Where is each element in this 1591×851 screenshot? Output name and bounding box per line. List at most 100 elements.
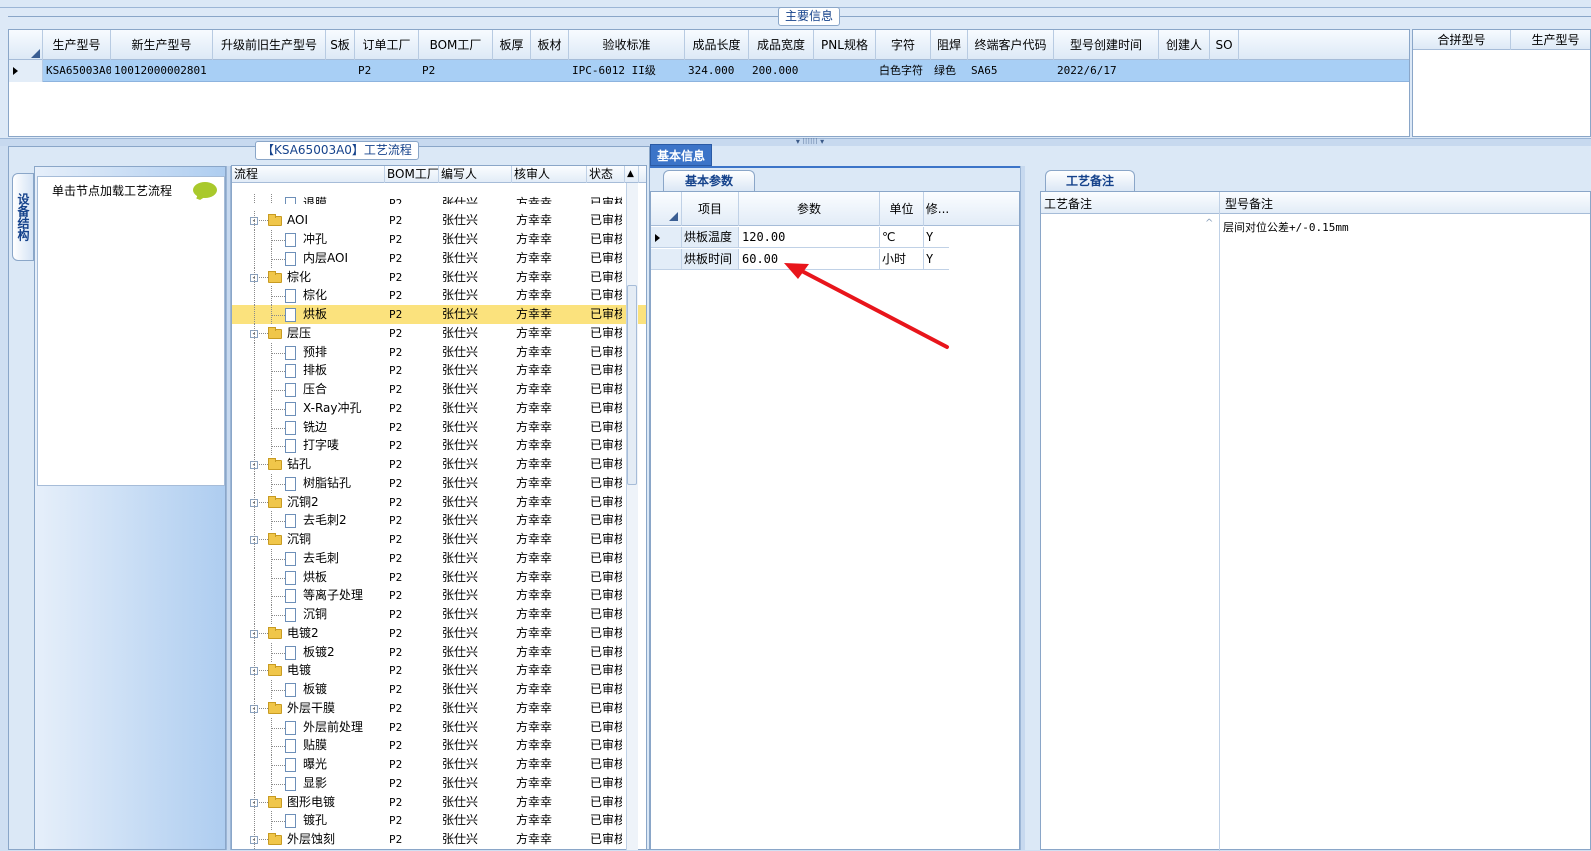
tree-row[interactable]: 曝光 P2 张仕兴 方幸幸 已审核: [232, 755, 646, 774]
splitter-grip-icon[interactable]: ▾ ⁝⁝⁝⁝⁝⁝ ▾: [780, 138, 840, 146]
column-header[interactable]: 型号创建时间: [1054, 30, 1159, 60]
column-header[interactable]: BOM工厂: [419, 30, 493, 60]
table-cell[interactable]: 绿色: [931, 60, 968, 82]
tree-node-label[interactable]: 电镀2: [287, 624, 382, 643]
tree-node-label[interactable]: 打字唛: [303, 436, 383, 455]
table-cell[interactable]: KSA65003A0: [43, 60, 111, 82]
params-grid[interactable]: 项目 参数 单位 修... 烘板温度 120.00 ℃ Y 烘板时间 60.00 小时 Y: [650, 191, 1020, 850]
column-header[interactable]: 升级前旧生产型号: [213, 30, 326, 60]
tree-node-label[interactable]: 预排: [303, 343, 383, 362]
table-cell[interactable]: [1210, 60, 1239, 82]
tab-process-notes[interactable]: 工艺备注: [1045, 170, 1135, 191]
tree-node-label[interactable]: 去毛刺: [303, 549, 383, 568]
table-row[interactable]: KSA65003A0 10012000002801 P2 P2 IPC-6012 II级…: [9, 60, 1409, 82]
tree-node-label[interactable]: 退膜: [303, 194, 383, 204]
column-header[interactable]: PNL规格: [814, 30, 876, 60]
tree-row[interactable]: 内层AOI P2 张仕兴 方幸幸 已审核: [232, 248, 646, 268]
tree-node-label[interactable]: 显影: [303, 774, 383, 793]
column-header[interactable]: 字符: [876, 30, 931, 60]
tree-node-label[interactable]: 等离子处理: [303, 586, 383, 605]
tab-equipment-structure[interactable]: 设备结构: [12, 173, 34, 261]
tree-row[interactable]: 打字唛 P2 张仕兴 方幸幸 已审核: [232, 436, 646, 456]
column-header[interactable]: 板材: [531, 30, 569, 60]
merge-column-header[interactable]: 合拼型号: [1413, 30, 1511, 50]
tree-node-label[interactable]: AOI: [287, 211, 382, 230]
tree-row[interactable]: 树脂钻孔 P2 张仕兴 方幸幸 已审核: [232, 473, 646, 493]
tree-row[interactable]: 冲孔 P2 张仕兴 方幸幸 已审核: [232, 230, 646, 249]
tree-node-label[interactable]: 压合: [303, 380, 383, 399]
tree-row[interactable]: 沉铜 P2 张仕兴 方幸幸 已审核: [232, 605, 646, 624]
params-column-header[interactable]: 修...: [923, 192, 951, 226]
row-selector[interactable]: [9, 60, 43, 82]
column-header[interactable]: 生产型号: [43, 30, 111, 60]
column-header[interactable]: 阻焊: [931, 30, 968, 60]
tree-node-label[interactable]: X-Ray冲孔: [303, 399, 383, 418]
tree-column-header[interactable]: 编写人: [439, 166, 512, 183]
tree-node-label[interactable]: 贴膜: [303, 736, 383, 755]
tree-node-label[interactable]: 钻孔: [287, 455, 382, 474]
tree-row[interactable]: -钻孔P2张仕兴方幸幸已审核: [232, 455, 646, 474]
column-header[interactable]: S板: [326, 30, 355, 60]
tree-node-label[interactable]: 镀孔: [303, 811, 383, 830]
tree-node-label[interactable]: 烘板: [303, 568, 383, 587]
node-box[interactable]: [37, 176, 225, 486]
tree-row[interactable]: 烘板 P2 张仕兴 方幸幸 已审核: [232, 567, 646, 587]
params-column-header[interactable]: 项目: [681, 192, 738, 226]
tree-row[interactable]: -层压P2张仕兴方幸幸已审核: [232, 323, 646, 343]
tree-node-label[interactable]: 树脂钻孔: [303, 474, 383, 493]
tree-node-label[interactable]: 沉铜: [303, 605, 383, 624]
tree-node-label[interactable]: 层压: [287, 324, 382, 343]
tree-node-label[interactable]: 冲孔: [303, 230, 383, 249]
tree-node-label[interactable]: 板镀: [303, 680, 383, 699]
table-cell[interactable]: IPC-6012 II级: [569, 60, 685, 82]
tree-row[interactable]: -图形电镀P2张仕兴方幸幸已审核: [232, 792, 646, 812]
vertical-splitter-left[interactable]: [226, 166, 231, 850]
tree-row[interactable]: -棕化P2张仕兴方幸幸已审核: [232, 267, 646, 287]
tree-node-label[interactable]: 沉铜: [287, 530, 382, 549]
tree-column-header[interactable]: 状态: [587, 166, 625, 183]
tree-row[interactable]: 等离子处理 P2 张仕兴 方幸幸 已审核: [232, 586, 646, 606]
tree-row[interactable]: 铣边 P2 张仕兴 方幸幸 已审核: [232, 417, 646, 437]
tree-row[interactable]: 显影 P2 张仕兴 方幸幸 已审核: [232, 773, 646, 793]
column-header[interactable]: 成品宽度: [749, 30, 814, 60]
tree-row[interactable]: 去毛刺2 P2 张仕兴 方幸幸 已审核: [232, 511, 646, 531]
tree-row[interactable]: 棕化 P2 张仕兴 方幸幸 已审核: [232, 286, 646, 306]
tree-node-label[interactable]: 棕化: [287, 268, 382, 287]
tree-scrollbar[interactable]: [626, 183, 638, 850]
tree-column-header[interactable]: BOM工厂: [385, 166, 439, 183]
main-info-grid[interactable]: 生产型号 新生产型号 升级前旧生产型号 S板 订单工厂 BOM工厂 板厚 板材 验收标准 成品长度…: [8, 29, 1410, 137]
column-header[interactable]: 板厚: [493, 30, 531, 60]
tree-row[interactable]: -电镀2P2张仕兴方幸幸已审核: [232, 623, 646, 643]
param-unit-cell[interactable]: 小时: [879, 249, 923, 270]
table-cell[interactable]: [1159, 60, 1210, 82]
table-cell[interactable]: 324.000: [685, 60, 749, 82]
tree-node-label[interactable]: 外层蚀刻: [287, 830, 382, 849]
tree-column-header[interactable]: 流程: [232, 166, 385, 183]
column-header[interactable]: 验收标准: [569, 30, 685, 60]
tree-row[interactable]: 镀孔 P2 张仕兴 方幸幸 已审核: [232, 811, 646, 831]
param-item-cell[interactable]: 烘板时间: [681, 249, 738, 270]
column-header[interactable]: 新生产型号: [111, 30, 213, 60]
tree-node-label[interactable]: 外层干膜: [287, 699, 382, 718]
tab-basic-info[interactable]: 基本信息: [650, 144, 712, 166]
table-cell[interactable]: P2: [419, 60, 493, 82]
tree-row[interactable]: 贴膜 P2 张仕兴 方幸幸 已审核: [232, 736, 646, 756]
column-header[interactable]: 订单工厂: [355, 30, 419, 60]
param-unit-cell[interactable]: ℃: [879, 227, 923, 248]
tree-node-label[interactable]: 电镀: [287, 661, 382, 680]
tree-node-label[interactable]: 沉铜2: [287, 493, 382, 512]
tree-row[interactable]: 压合 P2 张仕兴 方幸幸 已审核: [232, 380, 646, 399]
tree-row[interactable]: 退膜 P2 张仕兴 方幸幸 已审核: [232, 194, 646, 204]
tree-column-header[interactable]: 核审人: [512, 166, 587, 183]
tree-node-label[interactable]: 烘板: [303, 305, 383, 324]
params-column-header[interactable]: 参数: [738, 192, 879, 226]
table-cell[interactable]: 白色字符: [876, 60, 931, 82]
tab-basic-params[interactable]: 基本参数: [663, 170, 755, 191]
table-cell[interactable]: [493, 60, 531, 82]
model-note-text[interactable]: 层间对位公差+/-0.15mm: [1223, 219, 1349, 235]
tree-row[interactable]: -AOIP2张仕兴方幸幸已审核: [232, 211, 646, 231]
tree-scroll-thumb[interactable]: [627, 285, 637, 485]
column-header[interactable]: 成品长度: [685, 30, 749, 60]
param-item-cell[interactable]: 烘板温度: [681, 227, 738, 248]
tree-node-label[interactable]: 曝光: [303, 755, 383, 774]
